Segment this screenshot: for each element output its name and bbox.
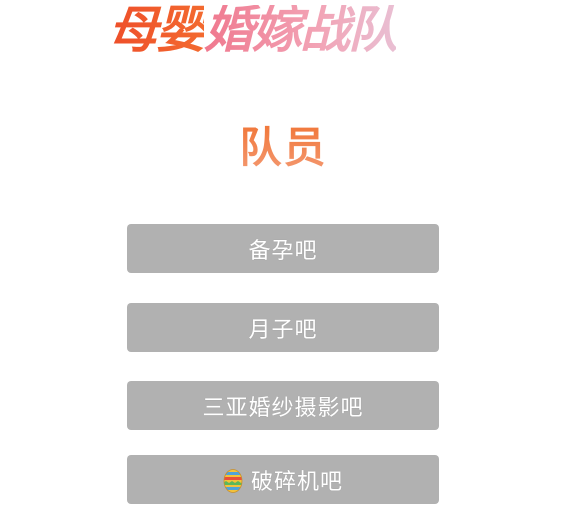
team-banner-title: 母婴 婚嫁战队 xyxy=(108,0,464,60)
member-button-yuezi[interactable]: 月子吧 xyxy=(127,303,439,352)
banner-title-part2: 婚嫁战队 xyxy=(204,1,398,59)
member-button-label: 备孕吧 xyxy=(248,238,318,264)
member-button-label: 三亚婚纱摄影吧 xyxy=(202,395,364,421)
member-button-sanya-wedding-photo[interactable]: 三亚婚纱摄影吧 xyxy=(127,381,439,430)
member-button-label: 月子吧 xyxy=(248,317,318,343)
page: 母婴 婚嫁战队 队员 备孕吧 月子吧 三亚婚纱摄影吧 破碎机吧 xyxy=(0,0,567,509)
easter-egg-icon xyxy=(223,468,243,493)
member-button-label: 破碎机吧 xyxy=(250,469,343,495)
member-button-crusher[interactable]: 破碎机吧 xyxy=(127,455,439,504)
member-button-beiyun[interactable]: 备孕吧 xyxy=(127,224,439,273)
banner-title-part1: 母婴 xyxy=(108,1,206,59)
members-section-title: 队员 xyxy=(0,114,567,175)
